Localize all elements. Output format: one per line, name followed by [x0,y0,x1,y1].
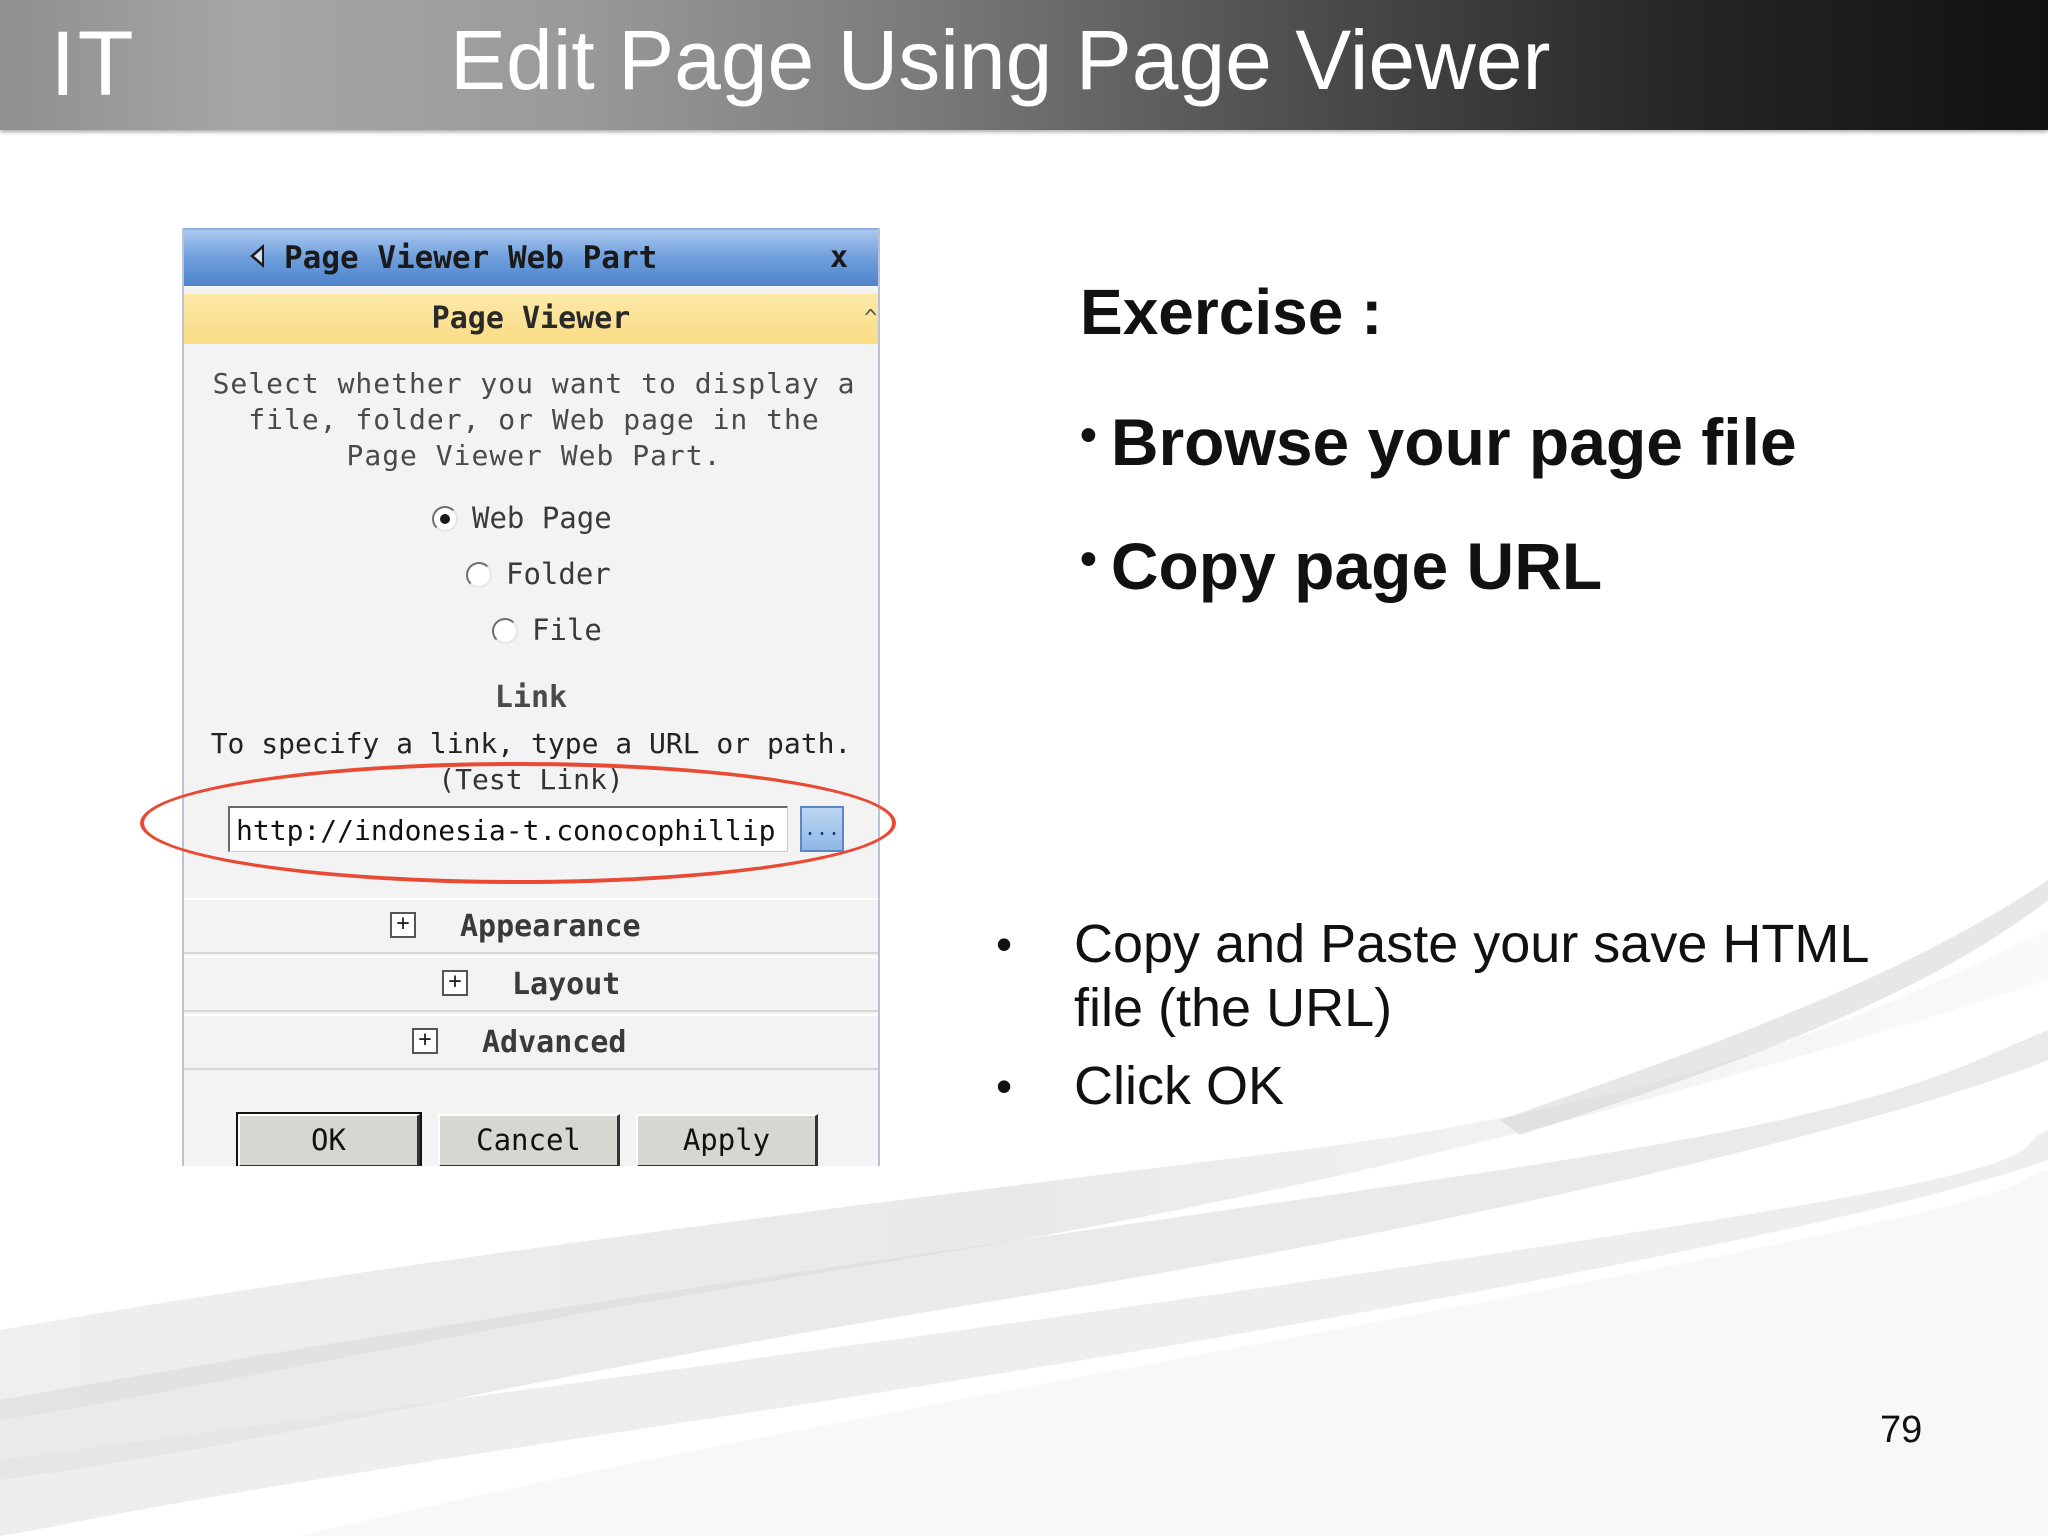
section-label: Advanced [482,1025,627,1060]
exercise-heading: Exercise : [1080,276,1383,348]
bullet: • [996,918,1013,970]
section-advanced[interactable]: + Advanced [184,1014,878,1070]
radio-web-page[interactable]: Web Page [432,498,612,538]
close-icon[interactable]: x [830,238,848,278]
slide-title: Edit Page Using Page Viewer [450,13,1551,107]
link-heading: Link [494,680,568,715]
page-number: 79 [1880,1409,1923,1451]
slide-header: IT Edit Page Using Page Viewer [0,0,2048,130]
webpart-title: Page Viewer Web Part [284,240,658,276]
expand-icon[interactable]: + [390,912,416,938]
section-appearance[interactable]: + Appearance [184,898,878,954]
test-link[interactable]: (Test Link) [184,762,878,798]
exercise-item-text: Copy page URL [1110,529,1603,603]
exercise-item-text: Browse your page file [1110,405,1797,479]
radio-label: Folder [506,557,611,591]
exercise-item: • Copy page URL [1080,520,1602,606]
section-description: Select whether you want to display a fil… [212,367,856,472]
radio-unchecked-icon[interactable] [466,562,492,588]
page-viewer-webpart-panel: Page Viewer Web Part x Page Viewer ^ Sel… [182,228,880,1166]
radio-file[interactable]: File [492,610,602,650]
page-viewer-section-header[interactable]: Page Viewer ^ [184,294,878,344]
collapse-arrow-icon[interactable] [250,244,264,268]
bullet: • [1080,409,1097,462]
step-item: • Copy and Paste your save HTML file (the… [990,912,1890,1040]
expand-icon[interactable]: + [412,1028,438,1054]
section-title: Page Viewer [431,301,631,336]
radio-checked-icon[interactable] [432,506,458,532]
section-label: Appearance [460,909,641,944]
cancel-button[interactable]: Cancel [438,1114,620,1166]
step-item: • Click OK [990,1054,1890,1118]
radio-label: File [532,613,602,647]
step-list: • Copy and Paste your save HTML file (the… [990,912,1890,1132]
section-collapse-icon[interactable]: ^ [864,304,877,334]
radio-unchecked-icon[interactable] [492,618,518,644]
bullet: • [996,1060,1013,1112]
exercise-item: • Browse your page file [1080,396,1797,482]
bullet: • [1080,533,1097,586]
browse-button[interactable]: ... [800,806,844,852]
radio-folder[interactable]: Folder [466,554,611,594]
section-layout[interactable]: + Layout [184,956,878,1012]
expand-icon[interactable]: + [442,970,468,996]
webpart-titlebar: Page Viewer Web Part x [184,228,878,286]
ok-button[interactable]: OK [236,1112,422,1166]
link-help-text: To specify a link, type a URL or path. [210,727,852,760]
apply-button[interactable]: Apply [636,1114,818,1166]
section-label: Layout [512,967,621,1002]
radio-label: Web Page [472,501,612,535]
url-input[interactable]: http://indonesia-t.conocophillip [228,806,788,852]
step-text: Copy and Paste your save HTML file (the … [1074,914,1868,1038]
step-text: Click OK [1074,1056,1285,1116]
brand-label: IT [50,13,136,115]
